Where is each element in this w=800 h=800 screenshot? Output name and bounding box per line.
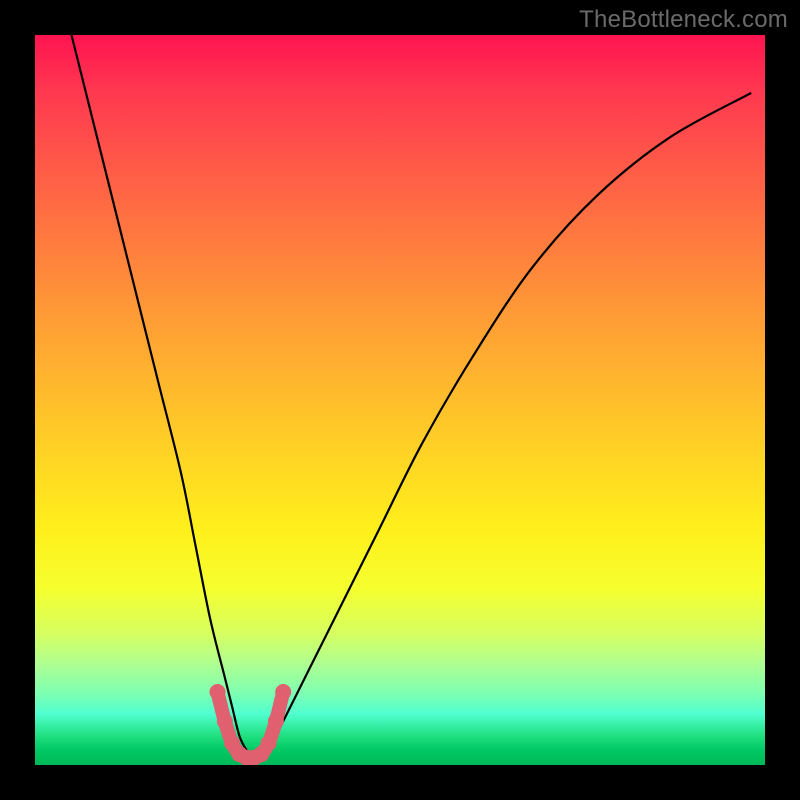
bottleneck-curve-svg xyxy=(35,35,765,765)
highlight-dot xyxy=(275,684,291,700)
chart-plot-area xyxy=(35,35,765,765)
bottleneck-curve-path xyxy=(72,35,751,759)
watermark-text: TheBottleneck.com xyxy=(579,6,788,34)
highlight-dots xyxy=(210,684,292,765)
highlight-dot xyxy=(261,735,277,751)
highlight-dot xyxy=(217,713,233,729)
highlight-dot xyxy=(268,713,284,729)
highlight-dot xyxy=(210,684,226,700)
